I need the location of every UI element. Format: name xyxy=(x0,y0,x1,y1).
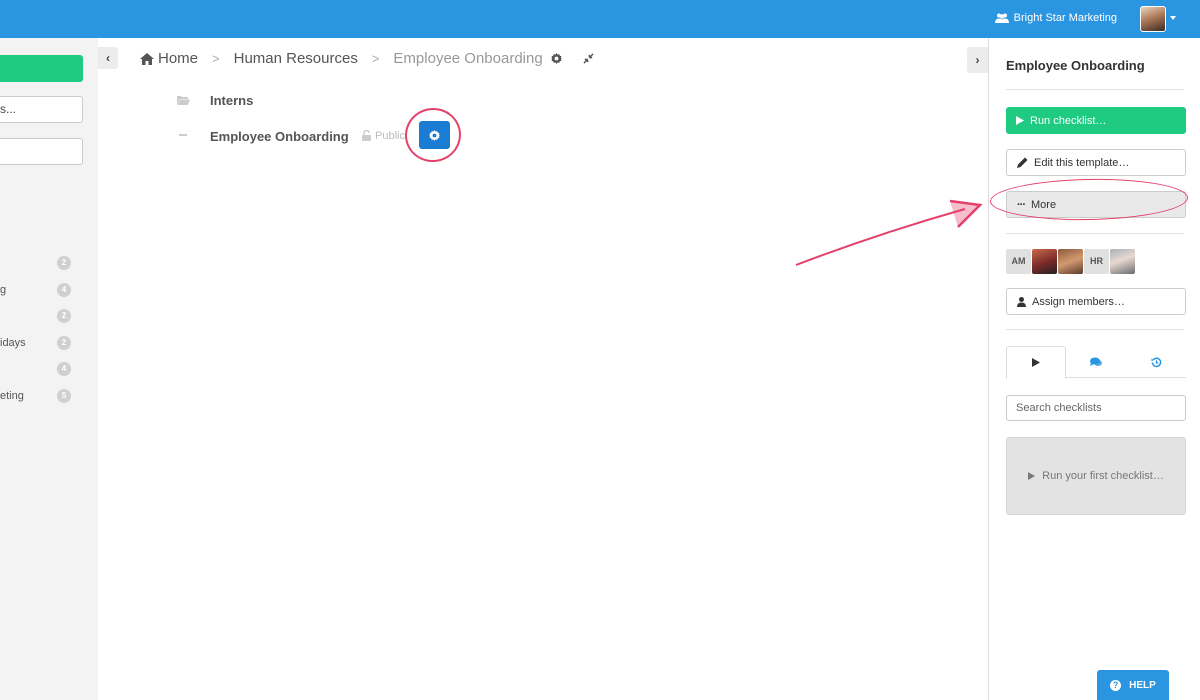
play-icon xyxy=(1032,358,1040,367)
collapse-sidebar-button[interactable]: ‹ xyxy=(98,47,118,69)
run-first-checklist-button[interactable]: Run your first checklist… xyxy=(1006,437,1186,515)
template-dash-icon xyxy=(179,134,187,136)
help-label: HELP xyxy=(1129,679,1156,691)
sidebar-item[interactable]: g4 xyxy=(0,283,98,299)
assign-members-label: Assign members… xyxy=(1032,295,1125,308)
arrow-annotation xyxy=(795,199,983,266)
count-badge: 2 xyxy=(57,336,71,350)
assign-members-button[interactable]: Assign members… xyxy=(1006,288,1186,315)
template-details-panel: Employee Onboarding Run checklist… Edit … xyxy=(988,38,1200,700)
help-button[interactable]: ? HELP xyxy=(1097,670,1169,700)
search-templates-input[interactable]: s... xyxy=(0,96,83,123)
question-icon: ? xyxy=(1110,679,1122,691)
count-badge: 4 xyxy=(57,283,71,297)
home-icon xyxy=(140,52,154,65)
sidebar-item[interactable]: 2 xyxy=(0,309,98,325)
compress-icon[interactable] xyxy=(583,53,594,64)
visibility-label: Public xyxy=(375,130,405,142)
member-avatars: AM HR xyxy=(1006,249,1135,274)
comments-icon xyxy=(1090,357,1102,366)
left-sidebar: s... 2 g4 2 idays 2 4 eting 5 xyxy=(0,38,98,700)
tab-history[interactable] xyxy=(1126,346,1186,378)
count-badge: 2 xyxy=(57,309,71,323)
member-avatar[interactable] xyxy=(1110,249,1135,274)
sidebar-item[interactable]: eting 5 xyxy=(0,389,98,405)
sidebar-item[interactable]: 2 xyxy=(0,256,98,272)
org-switcher[interactable]: Bright Star Marketing xyxy=(994,12,1117,24)
top-bar: Bright Star Marketing xyxy=(0,0,1200,38)
member-avatar[interactable] xyxy=(1058,249,1083,274)
breadcrumb: Home > Human Resources > Employee Onboar… xyxy=(140,50,543,67)
breadcrumb-current: Employee Onboarding xyxy=(393,50,543,67)
breadcrumb-human-resources[interactable]: Human Resources xyxy=(234,50,358,67)
chevron-right-icon: > xyxy=(371,51,380,66)
tab-active-checklists[interactable] xyxy=(1006,346,1066,379)
org-name: Bright Star Marketing xyxy=(1013,12,1117,24)
play-icon xyxy=(1028,472,1036,480)
filter-input[interactable] xyxy=(0,138,83,165)
sidebar-item-label: g xyxy=(0,284,7,296)
folder-interns[interactable]: Interns xyxy=(210,93,253,108)
divider xyxy=(1006,89,1184,90)
search-checklists-input[interactable] xyxy=(1006,395,1186,421)
user-avatar[interactable] xyxy=(1140,6,1166,32)
highlight-circle-annotation xyxy=(401,104,465,166)
users-icon xyxy=(994,13,1009,23)
user-icon xyxy=(1017,296,1026,307)
empty-state-label: Run your first checklist… xyxy=(1042,470,1164,482)
sidebar-item[interactable]: idays 2 xyxy=(0,336,98,352)
gear-icon[interactable] xyxy=(551,53,562,64)
panel-title: Employee Onboarding xyxy=(1006,58,1145,73)
new-button[interactable] xyxy=(0,55,83,82)
member-avatar[interactable]: AM xyxy=(1006,249,1031,274)
chevron-left-icon: ‹ xyxy=(106,51,110,65)
count-badge: 4 xyxy=(57,362,71,376)
folder-open-icon xyxy=(177,96,190,105)
chevron-down-icon[interactable] xyxy=(1170,16,1176,20)
member-avatar[interactable]: HR xyxy=(1084,249,1109,274)
panel-tabs xyxy=(1006,346,1186,379)
member-avatar[interactable] xyxy=(1032,249,1057,274)
divider xyxy=(1006,233,1184,234)
count-badge: 5 xyxy=(57,389,71,403)
edit-template-button[interactable]: Edit this template… xyxy=(1006,149,1186,176)
sidebar-item[interactable]: 4 xyxy=(0,362,98,378)
run-checklist-label: Run checklist… xyxy=(1030,114,1107,127)
template-employee-onboarding[interactable]: Employee Onboarding xyxy=(210,129,349,144)
divider xyxy=(1006,329,1184,330)
lock-icon xyxy=(362,130,371,141)
sidebar-item-label: idays xyxy=(0,337,26,349)
pencil-icon xyxy=(1017,157,1028,168)
tab-comments[interactable] xyxy=(1066,346,1126,378)
run-checklist-button[interactable]: Run checklist… xyxy=(1006,107,1186,134)
chevron-right-icon: › xyxy=(975,53,980,67)
count-badge: 2 xyxy=(57,256,71,270)
play-icon xyxy=(1016,116,1024,125)
chevron-right-icon: > xyxy=(212,51,220,66)
history-icon xyxy=(1150,357,1161,367)
edit-template-label: Edit this template… xyxy=(1034,156,1130,169)
sidebar-item-label: eting xyxy=(0,390,24,402)
collapse-panel-button[interactable]: › xyxy=(967,47,988,73)
breadcrumb-home[interactable]: Home xyxy=(158,50,198,67)
